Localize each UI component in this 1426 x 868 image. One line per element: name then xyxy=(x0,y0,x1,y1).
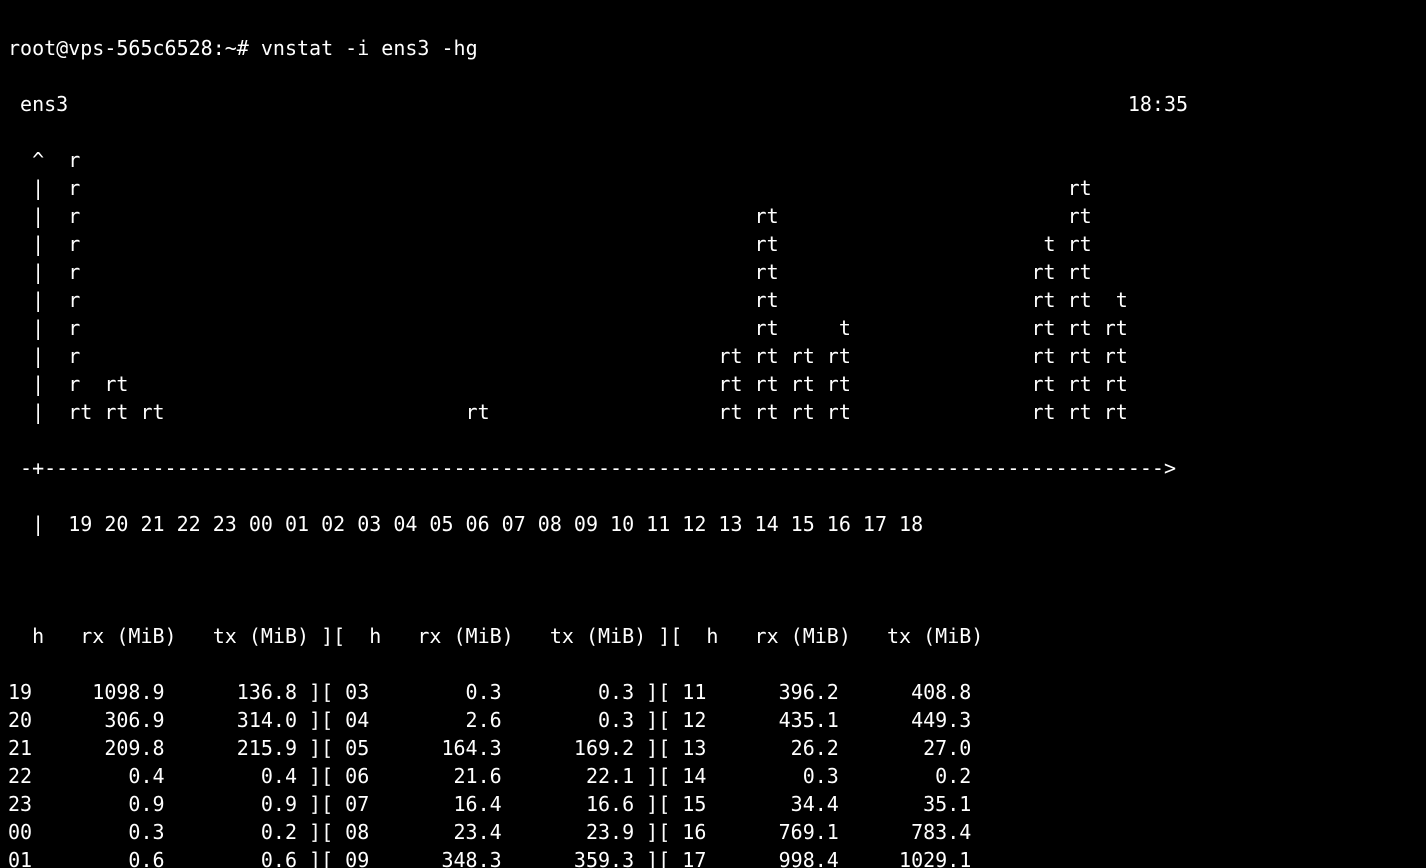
chart-row: | r rt rt rt t xyxy=(8,286,1418,314)
chart-row: | r rt rt rt xyxy=(8,258,1418,286)
table-row: 19 1098.9 136.8 ][ 03 0.3 0.3 ][ 11 396.… xyxy=(8,678,1418,706)
table-row: 22 0.4 0.4 ][ 06 21.6 22.1 ][ 14 0.3 0.2 xyxy=(8,762,1418,790)
table-row: 23 0.9 0.9 ][ 07 16.4 16.6 ][ 15 34.4 35… xyxy=(8,790,1418,818)
chart-row: | r rt t rt rt rt xyxy=(8,314,1418,342)
chart-row: | rt rt rt rt rt rt rt rt rt rt rt xyxy=(8,398,1418,426)
ascii-chart: ^ r | r rt | r xyxy=(8,146,1418,426)
blank-line xyxy=(8,566,1418,594)
table-header: h rx (MiB) tx (MiB) ][ h rx (MiB) tx (Mi… xyxy=(8,622,1418,650)
chart-row: | r rt rt rt rt rt rt rt rt xyxy=(8,370,1418,398)
table-row: 00 0.3 0.2 ][ 08 23.4 23.9 ][ 16 769.1 7… xyxy=(8,818,1418,846)
prompt-user: root@vps-565c6528 xyxy=(8,36,213,60)
terminal-output: root@vps-565c6528:~# vnstat -i ens3 -hg … xyxy=(0,0,1426,868)
chart-row: | r rt rt rt rt rt rt rt xyxy=(8,342,1418,370)
vnstat-header-line: ens3 18:35 xyxy=(8,90,1418,118)
command-entered: vnstat -i ens3 -hg xyxy=(261,36,478,60)
prompt-cwd: ~ xyxy=(225,36,237,60)
chart-axis: -+--------------------------------------… xyxy=(8,454,1418,482)
shell-prompt[interactable]: root@vps-565c6528:~# vnstat -i ens3 -hg xyxy=(8,34,1418,62)
chart-row: | r rt t rt xyxy=(8,230,1418,258)
chart-row: ^ r xyxy=(8,146,1418,174)
table-body: 19 1098.9 136.8 ][ 03 0.3 0.3 ][ 11 396.… xyxy=(8,678,1418,868)
chart-row: | r rt rt xyxy=(8,202,1418,230)
table-row: 01 0.6 0.6 ][ 09 348.3 359.3 ][ 17 998.4… xyxy=(8,846,1418,868)
chart-hour-labels: | 19 20 21 22 23 00 01 02 03 04 05 06 07… xyxy=(8,510,1418,538)
chart-row: | r rt xyxy=(8,174,1418,202)
table-row: 20 306.9 314.0 ][ 04 2.6 0.3 ][ 12 435.1… xyxy=(8,706,1418,734)
table-row: 21 209.8 215.9 ][ 05 164.3 169.2 ][ 13 2… xyxy=(8,734,1418,762)
